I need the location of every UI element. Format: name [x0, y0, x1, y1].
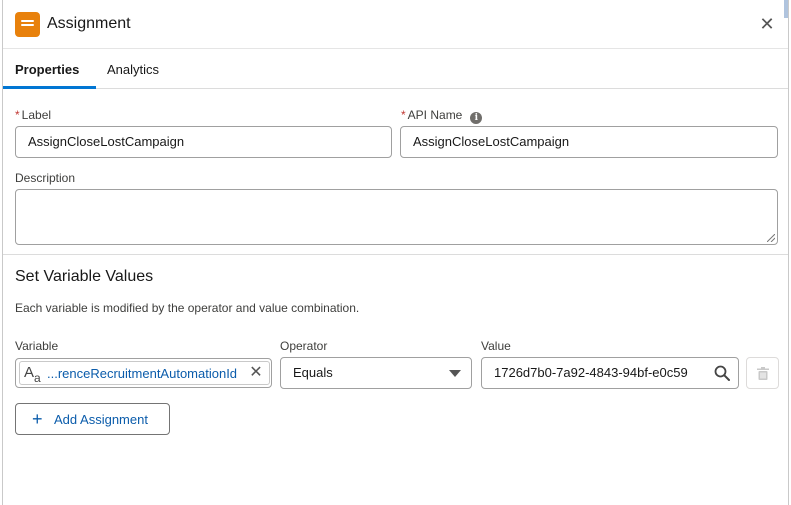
active-tab-indicator [3, 86, 96, 89]
value-input[interactable]: 1726d7b0-7a92-4843-94bf-e0c59 [481, 357, 739, 389]
set-variable-values-title: Set Variable Values [15, 268, 154, 285]
search-icon [714, 365, 730, 381]
set-variable-values-description: Each variable is modified by the operato… [15, 301, 360, 315]
required-marker: * [15, 108, 20, 122]
assignment-icon [15, 12, 40, 37]
required-marker: * [401, 108, 406, 122]
variable-pill-label: ...renceRecruitmentAutomationId [47, 366, 238, 381]
label-input[interactable]: AssignCloseLostCampaign [15, 126, 392, 158]
tab-bar: Properties Analytics [3, 49, 788, 89]
api-name-input[interactable]: AssignCloseLostCampaign [400, 126, 778, 158]
variable-field[interactable]: A a ...renceRecruitmentAutomationId ✕ [15, 358, 272, 388]
plus-icon: + [32, 409, 43, 429]
panel-title: Assignment [47, 15, 131, 32]
resize-handle-icon[interactable] [767, 234, 775, 242]
text-type-icon: A a [24, 364, 41, 385]
chevron-down-icon [449, 370, 461, 377]
api-name-field-label: * API Name i [401, 108, 483, 124]
value-input-text: 1726d7b0-7a92-4843-94bf-e0c59 [494, 365, 688, 380]
add-assignment-button[interactable]: + Add Assignment [15, 403, 170, 435]
delete-row-button[interactable] [746, 357, 779, 389]
panel-header: Assignment ✕ [3, 0, 788, 49]
description-field-label: Description [15, 171, 76, 185]
operator-select[interactable]: Equals [280, 357, 472, 389]
variable-pill[interactable]: A a ...renceRecruitmentAutomationId ✕ [19, 361, 270, 385]
tab-properties[interactable]: Properties [15, 62, 79, 77]
tab-analytics[interactable]: Analytics [107, 62, 159, 77]
value-column-label: Value [481, 339, 511, 353]
variable-column-label: Variable [15, 339, 59, 353]
operator-selected-value: Equals [293, 365, 333, 380]
trash-icon [757, 367, 769, 380]
remove-pill-icon[interactable]: ✕ [248, 365, 264, 381]
section-divider [3, 254, 788, 255]
info-icon[interactable]: i [470, 112, 483, 124]
operator-column-label: Operator [280, 339, 328, 353]
add-assignment-label: Add Assignment [54, 412, 148, 427]
description-textarea[interactable] [15, 189, 778, 245]
assignment-panel: Assignment ✕ Properties Analytics * Label… [2, 0, 789, 505]
close-icon[interactable]: ✕ [758, 15, 776, 33]
label-field-label: * Label [15, 108, 52, 122]
